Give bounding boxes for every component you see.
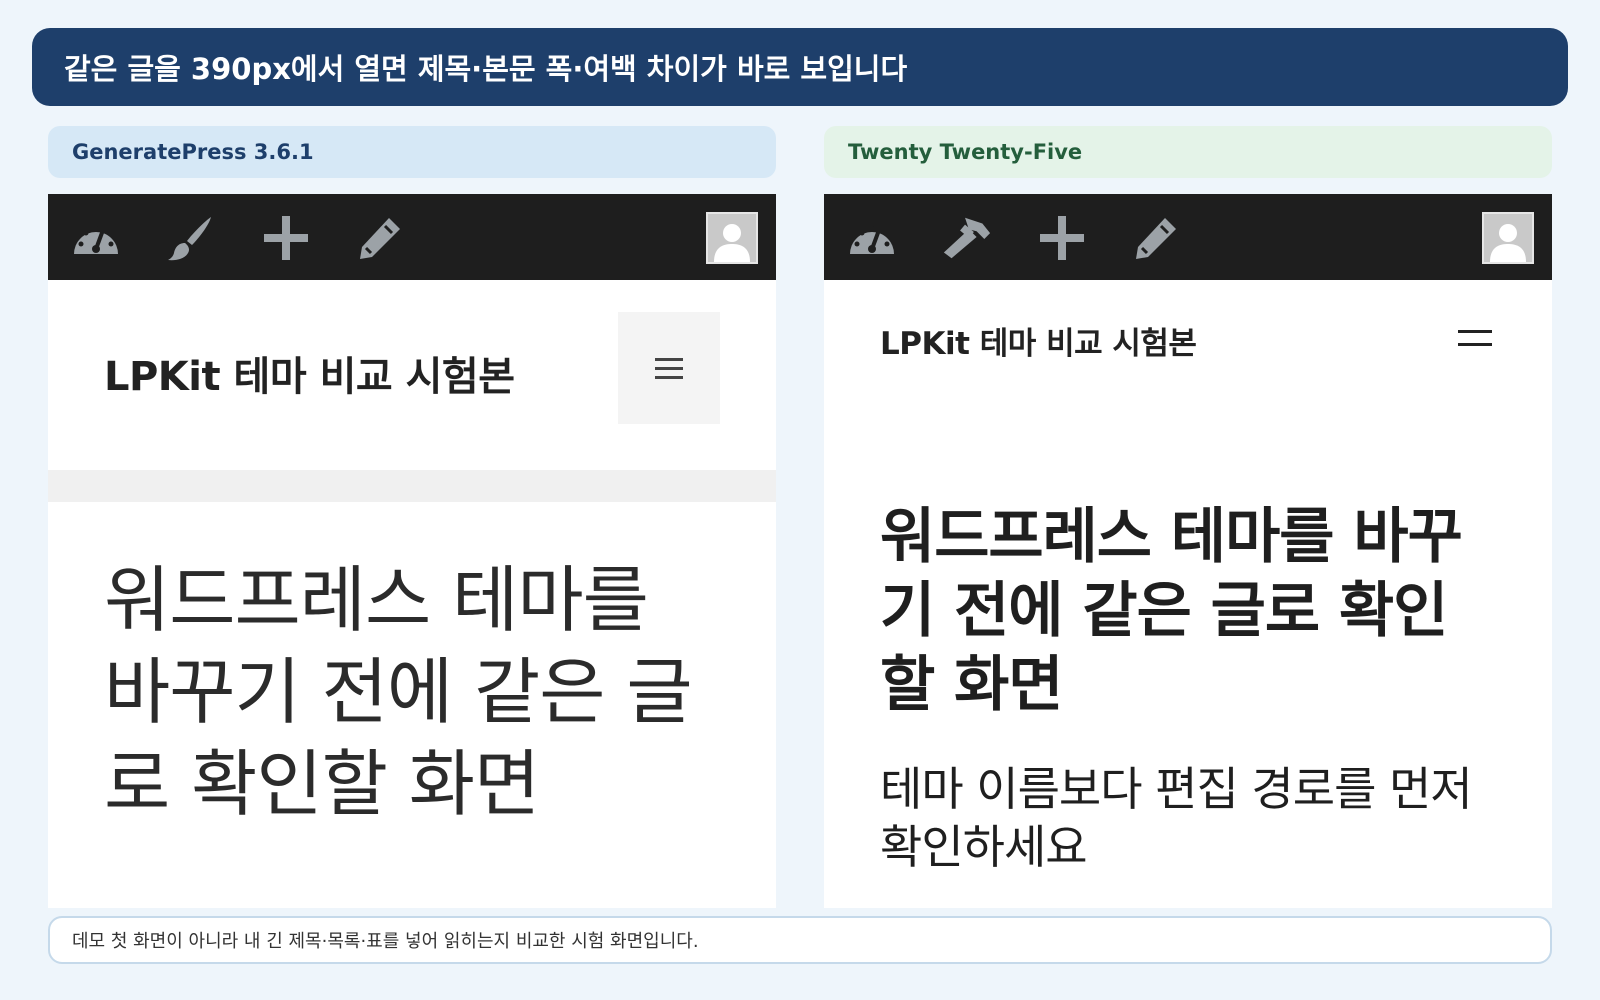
dashboard-icon[interactable] <box>846 212 898 264</box>
entry-content: 워드프레스 테마를 바꾸기 전에 같은 글로 확인할 화면 <box>48 502 776 908</box>
theme-label-twenty-twenty-five: Twenty Twenty-Five <box>824 126 1552 178</box>
theme-label-text: Twenty Twenty-Five <box>848 140 1083 164</box>
wp-admin-bar <box>824 194 1552 280</box>
avatar[interactable] <box>1482 212 1534 264</box>
footer-note-text: 데모 첫 화면이 아니라 내 긴 제목·목록·표를 넣어 읽히는지 비교한 시험… <box>72 931 699 952</box>
new-plus-icon[interactable] <box>260 212 312 264</box>
entry-title: 워드프레스 테마를 바꾸기 전에 같은 글로 확인할 화면 <box>104 558 693 826</box>
site-title[interactable]: LPKit 테마 비교 시험본 <box>880 318 1197 363</box>
lead-paragraph: 테마 이름보다 편집 경로를 먼저 확인하세요 <box>880 762 1473 874</box>
site-header: LPKit 테마 비교 시험본 <box>48 280 776 464</box>
edit-pencil-icon[interactable] <box>1130 212 1182 264</box>
dashboard-icon[interactable] <box>70 212 122 264</box>
wp-admin-bar <box>48 194 776 280</box>
site-editor-icon[interactable] <box>940 212 992 264</box>
hamburger-icon[interactable] <box>1458 330 1492 346</box>
footer-note: 데모 첫 화면이 아니라 내 긴 제목·목록·표를 넣어 읽히는지 비교한 시험… <box>48 916 1552 964</box>
avatar[interactable] <box>706 212 758 264</box>
content-separator <box>48 470 776 502</box>
customize-brush-icon[interactable] <box>164 212 216 264</box>
theme-label-generatepress: GeneratePress 3.6.1 <box>48 126 776 178</box>
hamburger-icon <box>655 357 683 379</box>
generatepress-preview: LPKit 테마 비교 시험본 워드프레스 테마를 바꾸기 전에 같은 글로 확… <box>48 194 776 908</box>
banner-title: 같은 글을 390px에서 열면 제목·본문 폭·여백 차이가 바로 보입니다 <box>64 52 908 86</box>
edit-pencil-icon[interactable] <box>354 212 406 264</box>
twenty-twenty-five-preview: LPKit 테마 비교 시험본 워드프레스 테마를 바꾸기 전에 같은 글로 확… <box>824 194 1552 908</box>
new-plus-icon[interactable] <box>1036 212 1088 264</box>
comparison-banner: 같은 글을 390px에서 열면 제목·본문 폭·여백 차이가 바로 보입니다 <box>32 28 1568 106</box>
menu-toggle-button[interactable] <box>618 312 720 424</box>
theme-label-text: GeneratePress 3.6.1 <box>72 140 314 164</box>
site-title[interactable]: LPKit 테마 비교 시험본 <box>104 344 515 402</box>
entry-title: 워드프레스 테마를 바꾸기 전에 같은 글로 확인할 화면 <box>880 502 1463 720</box>
